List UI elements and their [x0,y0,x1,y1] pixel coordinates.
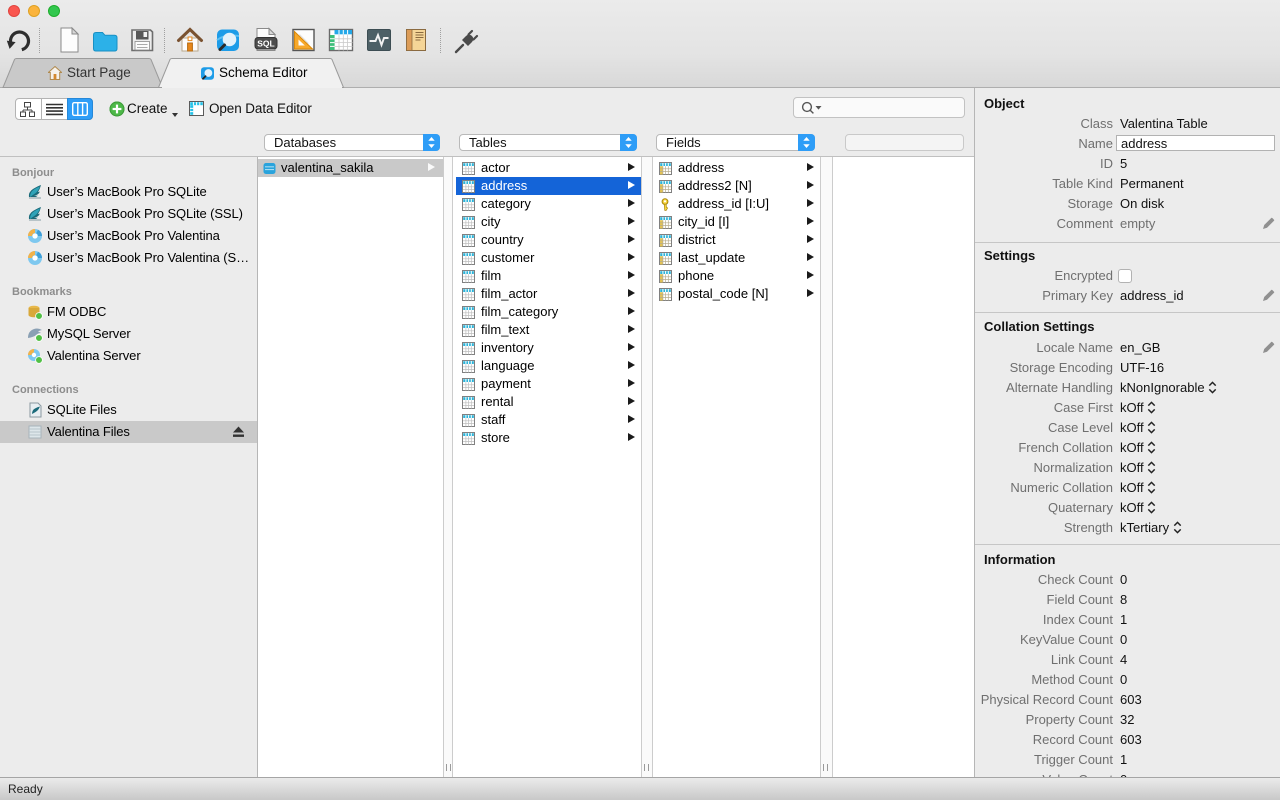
svg-text:SQL: SQL [257,39,274,49]
